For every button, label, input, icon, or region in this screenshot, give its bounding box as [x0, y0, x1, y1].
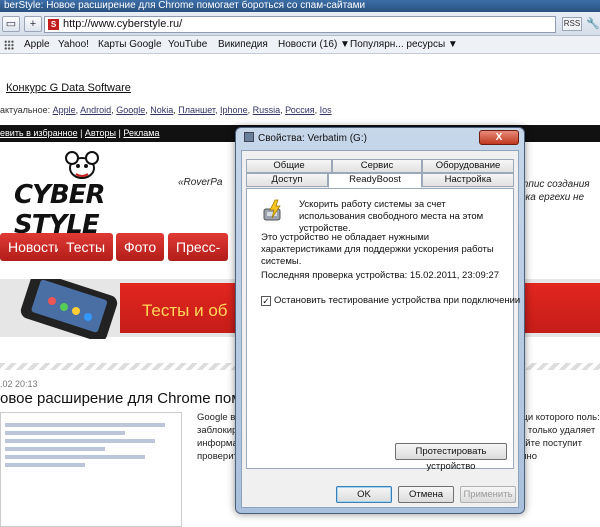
tab-sharing[interactable]: Доступ [246, 173, 328, 187]
post-date: .02 20:13 [0, 379, 38, 389]
bookmark-youtube[interactable]: YouTube [168, 36, 207, 53]
tagline-left: «RoverPa [178, 177, 223, 188]
screen: berStyle: Новое расширение для Chrome по… [0, 0, 600, 527]
topics-line: актуальное: Apple, Android, Google, Noki… [0, 105, 332, 115]
body-line: щи которого поль: [520, 412, 600, 423]
tab-hardware[interactable]: Оборудование [422, 159, 514, 173]
dialog-title[interactable]: Свойства: Verbatim (G:) [244, 132, 367, 144]
close-button[interactable]: X [479, 130, 519, 145]
readyboost-icon [263, 199, 281, 221]
topic-link[interactable]: Apple [53, 105, 76, 115]
topic-link[interactable]: Планшет [178, 105, 215, 115]
rat-mascot-icon [65, 151, 99, 179]
favorites-link[interactable]: евить в избранное [0, 128, 78, 138]
authors-link[interactable]: Авторы [85, 128, 116, 138]
thumbnail-line [5, 423, 165, 427]
cancel-button[interactable]: Отмена [398, 486, 454, 503]
topic-link[interactable]: Ios [320, 105, 332, 115]
dialog-title-text: Свойства: Verbatim (G:) [258, 133, 367, 144]
post-thumbnail[interactable] [0, 412, 182, 527]
apps-grid-icon[interactable] [4, 40, 14, 50]
ads-link[interactable]: Реклама [123, 128, 159, 138]
topic-link[interactable]: Android [80, 105, 111, 115]
browser-toolbar: ▭ + S http://www.cyberstyle.ru/ RSS 🔧 [0, 12, 600, 36]
bookmark-news-folder[interactable]: Новости (16) ▼ [278, 36, 350, 53]
topic-link[interactable]: Nokia [150, 105, 173, 115]
tagline-right-line: ока ергехи не [520, 192, 585, 203]
bookmark-popular-folder[interactable]: Популярн... ресурсы ▼ [350, 36, 458, 53]
stop-testing-label: Остановить тестирование устройства при п… [274, 295, 521, 306]
tab-readyboost[interactable]: ReadyBoost [328, 173, 422, 188]
stop-testing-checkbox[interactable]: ✓ [261, 296, 271, 306]
menu-photo[interactable]: Фото [116, 233, 165, 261]
rss-button[interactable]: RSS [562, 17, 582, 31]
site-favicon-icon: S [48, 19, 59, 30]
ok-button[interactable]: OK [336, 486, 392, 503]
logo-text: CYBER STYLE [14, 180, 106, 240]
tagline-right-line: тпис создания [520, 179, 590, 190]
phone-image-icon [20, 279, 118, 339]
thumbnail-line [5, 455, 145, 459]
readyboost-panel: Ускорить работу системы за счет использо… [246, 188, 520, 472]
address-url: http://www.cyberstyle.ru/ [63, 18, 183, 30]
readyboost-description: Ускорить работу системы за счет использо… [299, 199, 484, 234]
topic-link[interactable]: Google [116, 105, 145, 115]
menu-tests[interactable]: Тесты [58, 233, 114, 261]
banner-text: Тесты и об [142, 301, 228, 320]
topic-link[interactable]: Россия [285, 105, 315, 115]
readyboost-note: Это устройство не обладает нужными харак… [261, 232, 494, 267]
bookmarks-bar: Apple Yahoo! Карты Google YouTube Википе… [0, 36, 600, 54]
tab-customize[interactable]: Настройка [422, 173, 514, 187]
bookmark-apple[interactable]: Apple [24, 36, 50, 53]
bookmark-google-maps[interactable]: Карты Google [98, 36, 162, 53]
stop-testing-checkbox-row[interactable]: ✓ Остановить тестирование устройства при … [261, 295, 520, 306]
post-headline[interactable]: овое расширение для Chrome пом [0, 390, 242, 407]
thumbnail-line [5, 439, 155, 443]
tagline-right: тпис создания ока ергехи не [520, 178, 590, 204]
thumbnail-line [5, 463, 85, 467]
drive-icon [244, 132, 254, 142]
topics-prefix: актуальное: [0, 105, 51, 115]
thumbnail-line [5, 447, 105, 451]
new-tab-plus-icon[interactable]: + [24, 16, 42, 32]
body-line: е только удаляет [520, 425, 596, 436]
page-icon[interactable]: ▭ [2, 16, 20, 32]
dialog-body: Общие Сервис Оборудование Доступ ReadyBo… [241, 150, 520, 508]
browser-title-bar: berStyle: Новое расширение для Chrome по… [0, 0, 600, 12]
tab-general[interactable]: Общие [246, 159, 332, 173]
site-logo[interactable]: CYBER STYLE [0, 150, 180, 240]
body-line: айте поступит мно [520, 438, 582, 462]
last-check-text: Последняя проверка устройства: 15.02.201… [261, 270, 500, 281]
apply-button[interactable]: Применить [460, 486, 516, 503]
address-bar[interactable]: S http://www.cyberstyle.ru/ [44, 16, 556, 33]
topic-link[interactable]: Iphone [220, 105, 248, 115]
test-device-button[interactable]: Протестировать устройство [395, 443, 507, 472]
thumbnail-line [5, 431, 125, 435]
topic-link[interactable]: Russia [253, 105, 281, 115]
bookmark-yahoo[interactable]: Yahoo! [58, 36, 89, 53]
ad-title-link[interactable]: Конкурс G Data Software [6, 82, 131, 94]
properties-dialog: Свойства: Verbatim (G:) X Общие Сервис О… [235, 127, 525, 514]
wrench-menu-icon[interactable]: 🔧 [586, 17, 600, 31]
bookmark-wikipedia[interactable]: Википедия [218, 36, 268, 53]
tab-service[interactable]: Сервис [332, 159, 422, 173]
menu-press[interactable]: Пресс-ре [168, 233, 229, 283]
post-body-right: щи которого поль: е только удаляет айте … [520, 411, 600, 463]
